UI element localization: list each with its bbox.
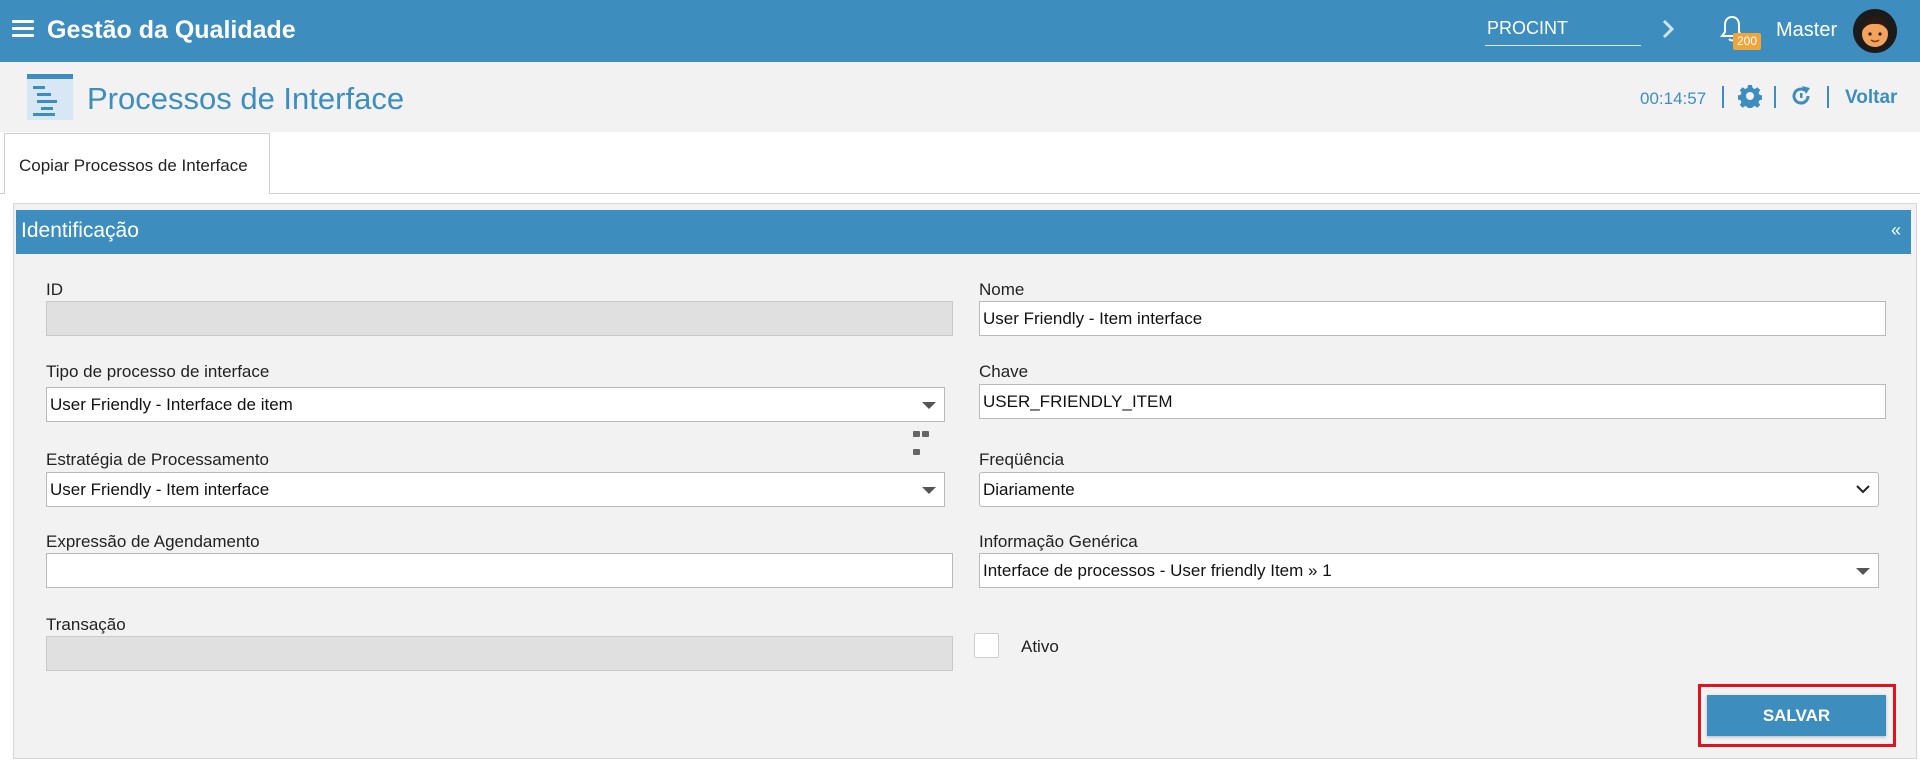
generic-info-select[interactable]: Interface de processos - User friendly I… [979,553,1879,588]
divider [1722,86,1724,108]
generic-info-label: Informação Genérica [979,532,1138,551]
active-label: Ativo [1021,637,1059,656]
section-header[interactable]: Identificação « [16,210,1911,254]
key-input[interactable]: USER_FRIENDLY_ITEM [979,384,1886,419]
chevron-down-icon [1856,485,1870,494]
schedule-expression-input[interactable] [46,553,953,588]
avatar-image [1853,9,1897,53]
key-label: Chave [979,362,1029,381]
tab-strip-border [0,193,1920,194]
notification-badge: 200 [1733,33,1761,50]
tab-copy-interface-processes[interactable]: Copiar Processos de Interface [4,133,270,194]
frequency-label: Freqüência [979,450,1065,469]
refresh-icon[interactable] [1789,84,1813,108]
app-title: Gestão da Qualidade [47,16,296,44]
page-icon [27,74,73,120]
transaction-label: Transação [46,615,126,634]
section-title: Identificação [21,219,139,242]
processing-strategy-value: User Friendly - Item interface [50,480,270,499]
process-type-label: Tipo de processo de interface [46,362,270,381]
collapse-icon[interactable]: « [1891,220,1901,241]
divider [1774,86,1776,108]
dropdown-caret-icon [1856,568,1870,575]
id-field [46,301,953,336]
back-link[interactable]: Voltar [1845,87,1897,109]
schedule-expression-label: Expressão de Agendamento [46,532,260,551]
frequency-value: Diariamente [983,480,1075,499]
transaction-field [46,636,953,671]
processing-strategy-select[interactable]: User Friendly - Item interface [46,472,945,507]
avatar[interactable] [1853,9,1897,53]
process-type-select[interactable]: User Friendly - Interface de item [46,387,945,422]
id-label: ID [46,280,63,299]
page-title: Processos de Interface [87,81,405,116]
gear-icon[interactable] [1738,84,1762,108]
session-timer: 00:14:57 [1640,89,1707,108]
name-input[interactable]: User Friendly - Item interface [979,301,1886,336]
user-name[interactable]: Master [1776,19,1837,42]
unit-input[interactable] [1485,12,1641,46]
processing-strategy-label: Estratégia de Processamento [46,450,270,469]
menu-icon[interactable] [12,20,34,38]
chevron-right-icon[interactable] [1658,17,1678,41]
process-type-value: User Friendly - Interface de item [50,395,293,414]
divider [1827,86,1829,108]
dropdown-caret-icon [922,402,936,409]
active-checkbox[interactable] [974,633,999,658]
name-label: Nome [979,280,1025,299]
frequency-select[interactable]: Diariamente [979,472,1879,507]
generic-info-value: Interface de processos - User friendly I… [983,561,1332,580]
more-options-icon[interactable] [913,424,939,455]
dropdown-caret-icon [922,487,936,494]
save-button[interactable]: SALVAR [1707,695,1886,736]
